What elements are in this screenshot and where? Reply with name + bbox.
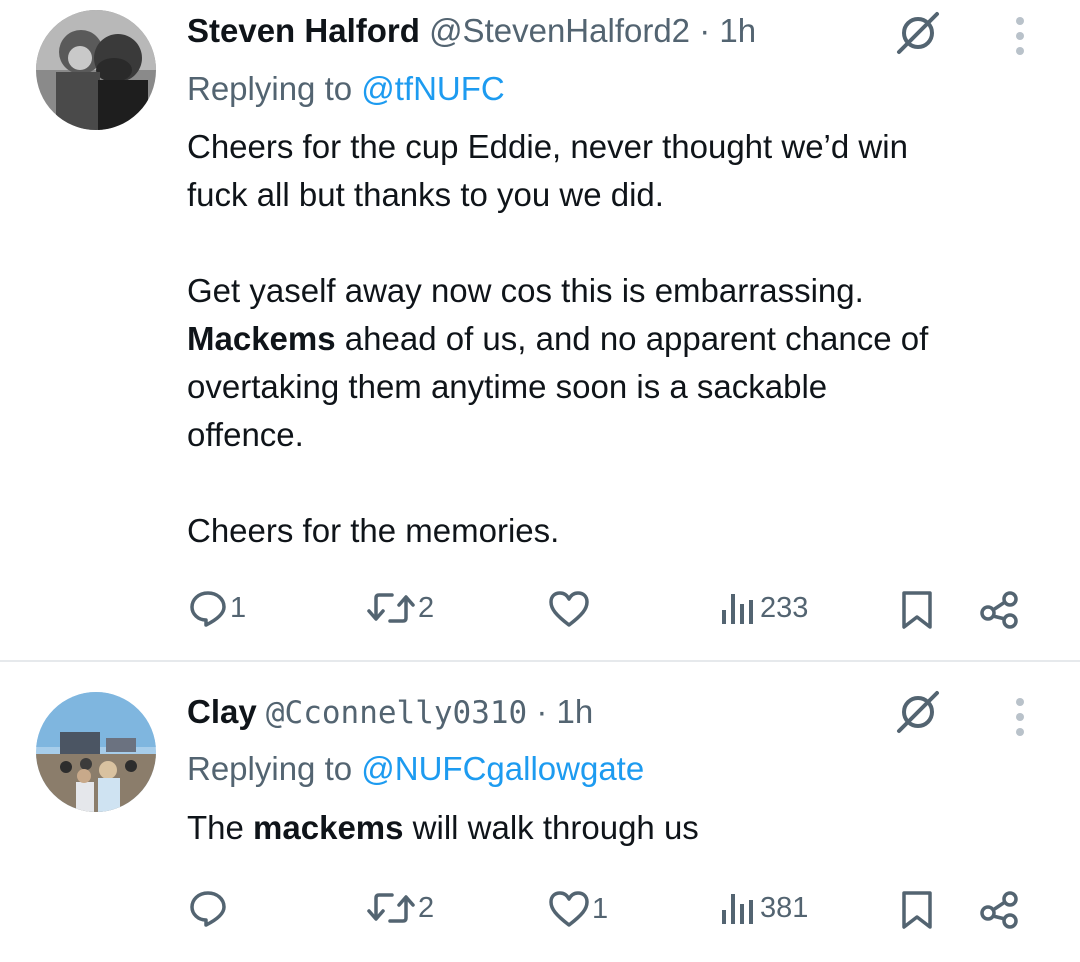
views-button[interactable]: 233 — [718, 590, 808, 626]
separator-dot: · — [699, 12, 711, 49]
tweet-text-fragment: ahead of us, and no apparent chance of — [335, 320, 929, 357]
tweet-card[interactable]: Steven Halford @StevenHalford2 · 1h Repl… — [0, 0, 1080, 661]
like-count: 1 — [592, 892, 609, 925]
reply-count: 1 — [230, 591, 247, 624]
retweet-button[interactable]: 2 — [366, 588, 434, 628]
tweet-text: The mackems will walk through us — [187, 804, 699, 852]
views-icon — [722, 594, 753, 624]
tweet-text-line: Cheers for the memories. — [187, 512, 560, 549]
tweet-text: Cheers for the cup Eddie, never thought … — [187, 123, 928, 555]
bookmark-button[interactable] — [900, 589, 934, 631]
grok-icon[interactable] — [893, 687, 943, 737]
share-icon — [980, 891, 1018, 929]
replying-to: Replying to @NUFCgallowgate — [187, 750, 644, 788]
retweet-count: 2 — [418, 891, 435, 924]
avatar[interactable] — [36, 692, 156, 812]
bold-word: mackems — [253, 809, 404, 846]
separator-dot: · — [536, 693, 548, 730]
retweet-icon — [367, 593, 415, 623]
bookmark-icon — [902, 591, 932, 629]
retweet-count: 2 — [418, 591, 435, 624]
grok-icon[interactable] — [893, 8, 943, 58]
author-handle[interactable]: @Cconnelly0310 — [266, 695, 527, 731]
view-count: 233 — [760, 591, 809, 624]
replying-handle[interactable]: @tfNUFC — [361, 70, 505, 107]
bold-word: Mackems — [187, 320, 336, 357]
reply-button[interactable]: 1 — [188, 588, 246, 628]
timestamp[interactable]: 1h — [557, 693, 594, 730]
tweet-header: Clay @Cconnelly0310 · 1h — [187, 693, 593, 731]
like-icon — [549, 891, 589, 927]
replying-prefix: Replying to — [187, 750, 362, 787]
tweet-text-line: Cheers for the cup Eddie, never thought … — [187, 128, 908, 165]
replying-to: Replying to @tfNUFC — [187, 70, 505, 108]
tweet-text-line: The mackems will walk through us — [187, 804, 699, 852]
more-icon[interactable] — [1013, 17, 1027, 61]
tweet-text-line: fuck all but thanks to you we did. — [187, 176, 664, 213]
retweet-button[interactable]: 2 — [366, 888, 434, 928]
bookmark-button[interactable] — [900, 889, 934, 931]
share-button[interactable] — [978, 888, 1022, 932]
tweet-text-line: Mackems ahead of us, and no apparent cha… — [187, 315, 928, 363]
tweet-card[interactable]: Clay @Cconnelly0310 · 1h Replying to @NU… — [0, 662, 1080, 962]
author-handle[interactable]: @StevenHalford2 — [429, 12, 690, 49]
views-icon — [722, 894, 753, 924]
timestamp[interactable]: 1h — [719, 12, 756, 49]
view-count: 381 — [760, 891, 809, 924]
tweet-text-fragment: The — [187, 809, 254, 846]
retweet-icon — [367, 893, 415, 923]
tweet-text-fragment: will walk through us — [403, 809, 699, 846]
share-icon — [980, 591, 1018, 629]
replying-handle[interactable]: @NUFCgallowgate — [361, 750, 644, 787]
author-name[interactable]: Steven Halford — [187, 12, 420, 49]
share-button[interactable] — [978, 588, 1022, 632]
reply-button[interactable] — [188, 888, 230, 928]
bookmark-icon — [902, 891, 932, 929]
tweet-text-line: overtaking them anytime soon is a sackab… — [187, 368, 828, 405]
like-icon — [549, 591, 589, 627]
reply-icon — [190, 891, 226, 927]
like-button[interactable]: 1 — [548, 890, 608, 928]
more-icon[interactable] — [1013, 698, 1027, 742]
author-name[interactable]: Clay — [187, 693, 257, 730]
tweet-header: Steven Halford @StevenHalford2 · 1h — [187, 12, 756, 50]
views-button[interactable]: 381 — [718, 890, 808, 926]
like-button[interactable] — [548, 590, 592, 628]
tweet-text-line: offence. — [187, 416, 304, 453]
reply-icon — [190, 591, 226, 627]
tweet-text-line: Get yaself away now cos this is embarras… — [187, 272, 864, 309]
avatar[interactable] — [36, 10, 156, 130]
replying-prefix: Replying to — [187, 70, 362, 107]
